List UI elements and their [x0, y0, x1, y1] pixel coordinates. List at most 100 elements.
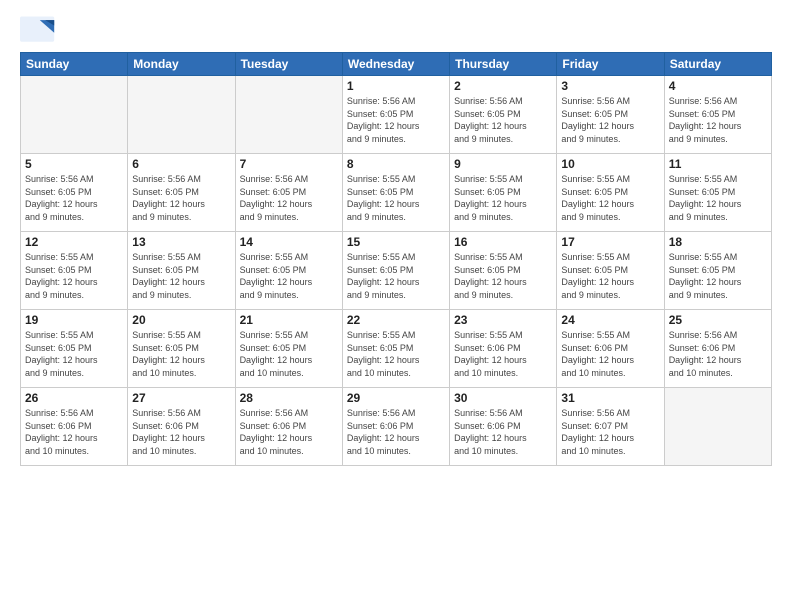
weekday-header-thursday: Thursday: [450, 53, 557, 76]
day-info: Sunrise: 5:55 AM Sunset: 6:05 PM Dayligh…: [669, 251, 767, 301]
day-info: Sunrise: 5:55 AM Sunset: 6:05 PM Dayligh…: [669, 173, 767, 223]
weekday-header-row: SundayMondayTuesdayWednesdayThursdayFrid…: [21, 53, 772, 76]
day-number: 12: [25, 235, 123, 249]
day-number: 14: [240, 235, 338, 249]
weekday-header-saturday: Saturday: [664, 53, 771, 76]
calendar-cell: 14 Sunrise: 5:55 AM Sunset: 6:05 PM Dayli…: [235, 232, 342, 310]
day-info: Sunrise: 5:56 AM Sunset: 6:05 PM Dayligh…: [347, 95, 445, 145]
calendar-cell: 23Sunrise: 5:55 AM Sunset: 6:06 PM Dayli…: [450, 310, 557, 388]
day-number: 7: [240, 157, 338, 171]
calendar-cell: 16 Sunrise: 5:55 AM Sunset: 6:05 PM Dayli…: [450, 232, 557, 310]
calendar-cell: 18 Sunrise: 5:55 AM Sunset: 6:05 PM Dayli…: [664, 232, 771, 310]
calendar-cell: 26 Sunrise: 5:56 AM Sunset: 6:06 PM Dayli…: [21, 388, 128, 466]
day-info: Sunrise: 5:56 AM Sunset: 6:07 PM Dayligh…: [561, 407, 659, 457]
day-number: 10: [561, 157, 659, 171]
calendar-cell: [21, 76, 128, 154]
day-info: Sunrise: 5:55 AM Sunset: 6:05 PM Dayligh…: [454, 173, 552, 223]
week-row-1: 5 Sunrise: 5:56 AM Sunset: 6:05 PM Daylig…: [21, 154, 772, 232]
week-row-0: 1 Sunrise: 5:56 AM Sunset: 6:05 PM Daylig…: [21, 76, 772, 154]
day-info: Sunrise: 5:56 AM Sunset: 6:06 PM Dayligh…: [454, 407, 552, 457]
weekday-header-sunday: Sunday: [21, 53, 128, 76]
day-info: Sunrise: 5:56 AM Sunset: 6:05 PM Dayligh…: [240, 173, 338, 223]
day-number: 29: [347, 391, 445, 405]
day-info: Sunrise: 5:55 AM Sunset: 6:05 PM Dayligh…: [132, 251, 230, 301]
calendar-cell: 2 Sunrise: 5:56 AM Sunset: 6:05 PM Daylig…: [450, 76, 557, 154]
weekday-header-wednesday: Wednesday: [342, 53, 449, 76]
weekday-header-tuesday: Tuesday: [235, 53, 342, 76]
day-info: Sunrise: 5:55 AM Sunset: 6:05 PM Dayligh…: [25, 329, 123, 379]
calendar-cell: 6 Sunrise: 5:56 AM Sunset: 6:05 PM Daylig…: [128, 154, 235, 232]
calendar-cell: 9 Sunrise: 5:55 AM Sunset: 6:05 PM Daylig…: [450, 154, 557, 232]
calendar-cell: 21 Sunrise: 5:55 AM Sunset: 6:05 PM Dayli…: [235, 310, 342, 388]
calendar-cell: 1 Sunrise: 5:56 AM Sunset: 6:05 PM Daylig…: [342, 76, 449, 154]
weekday-header-monday: Monday: [128, 53, 235, 76]
calendar-cell: 24 Sunrise: 5:55 AM Sunset: 6:06 PM Dayli…: [557, 310, 664, 388]
day-number: 28: [240, 391, 338, 405]
day-number: 25: [669, 313, 767, 327]
day-number: 19: [25, 313, 123, 327]
day-info: Sunrise: 5:55 AM Sunset: 6:05 PM Dayligh…: [561, 173, 659, 223]
calendar-cell: 27Sunrise: 5:56 AM Sunset: 6:06 PM Dayli…: [128, 388, 235, 466]
week-row-3: 19 Sunrise: 5:55 AM Sunset: 6:05 PM Dayli…: [21, 310, 772, 388]
calendar-cell: 30 Sunrise: 5:56 AM Sunset: 6:06 PM Dayli…: [450, 388, 557, 466]
calendar-cell: 13 Sunrise: 5:55 AM Sunset: 6:05 PM Dayli…: [128, 232, 235, 310]
day-number: 17: [561, 235, 659, 249]
day-number: 31: [561, 391, 659, 405]
calendar-cell: 17Sunrise: 5:55 AM Sunset: 6:05 PM Dayli…: [557, 232, 664, 310]
day-info: Sunrise: 5:55 AM Sunset: 6:05 PM Dayligh…: [347, 329, 445, 379]
day-info: Sunrise: 5:55 AM Sunset: 6:05 PM Dayligh…: [25, 251, 123, 301]
day-info: Sunrise: 5:56 AM Sunset: 6:06 PM Dayligh…: [25, 407, 123, 457]
calendar-cell: 10 Sunrise: 5:55 AM Sunset: 6:05 PM Dayli…: [557, 154, 664, 232]
day-info: Sunrise: 5:56 AM Sunset: 6:05 PM Dayligh…: [454, 95, 552, 145]
day-info: Sunrise: 5:55 AM Sunset: 6:05 PM Dayligh…: [240, 251, 338, 301]
day-number: 26: [25, 391, 123, 405]
day-info: Sunrise: 5:56 AM Sunset: 6:05 PM Dayligh…: [669, 95, 767, 145]
calendar-cell: 7 Sunrise: 5:56 AM Sunset: 6:05 PM Daylig…: [235, 154, 342, 232]
day-number: 1: [347, 79, 445, 93]
day-number: 13: [132, 235, 230, 249]
calendar-cell: 31 Sunrise: 5:56 AM Sunset: 6:07 PM Dayli…: [557, 388, 664, 466]
day-number: 4: [669, 79, 767, 93]
calendar-cell: 25 Sunrise: 5:56 AM Sunset: 6:06 PM Dayli…: [664, 310, 771, 388]
calendar-cell: [235, 76, 342, 154]
day-info: Sunrise: 5:56 AM Sunset: 6:06 PM Dayligh…: [240, 407, 338, 457]
day-number: 30: [454, 391, 552, 405]
calendar-cell: [664, 388, 771, 466]
day-number: 2: [454, 79, 552, 93]
day-number: 18: [669, 235, 767, 249]
logo: [20, 16, 62, 44]
day-number: 6: [132, 157, 230, 171]
day-number: 3: [561, 79, 659, 93]
day-number: 22: [347, 313, 445, 327]
calendar-cell: 29Sunrise: 5:56 AM Sunset: 6:06 PM Dayli…: [342, 388, 449, 466]
calendar-cell: 22 Sunrise: 5:55 AM Sunset: 6:05 PM Dayli…: [342, 310, 449, 388]
header: [20, 16, 772, 44]
day-number: 9: [454, 157, 552, 171]
logo-icon: [20, 16, 56, 44]
calendar-cell: 19 Sunrise: 5:55 AM Sunset: 6:05 PM Dayli…: [21, 310, 128, 388]
day-info: Sunrise: 5:56 AM Sunset: 6:06 PM Dayligh…: [669, 329, 767, 379]
day-info: Sunrise: 5:56 AM Sunset: 6:05 PM Dayligh…: [132, 173, 230, 223]
day-info: Sunrise: 5:55 AM Sunset: 6:05 PM Dayligh…: [132, 329, 230, 379]
day-info: Sunrise: 5:55 AM Sunset: 6:06 PM Dayligh…: [561, 329, 659, 379]
day-info: Sunrise: 5:55 AM Sunset: 6:05 PM Dayligh…: [454, 251, 552, 301]
calendar-cell: [128, 76, 235, 154]
day-number: 8: [347, 157, 445, 171]
day-number: 16: [454, 235, 552, 249]
day-number: 5: [25, 157, 123, 171]
day-info: Sunrise: 5:55 AM Sunset: 6:05 PM Dayligh…: [347, 251, 445, 301]
day-number: 21: [240, 313, 338, 327]
day-info: Sunrise: 5:55 AM Sunset: 6:05 PM Dayligh…: [347, 173, 445, 223]
calendar-cell: 3 Sunrise: 5:56 AM Sunset: 6:05 PM Daylig…: [557, 76, 664, 154]
day-info: Sunrise: 5:55 AM Sunset: 6:06 PM Dayligh…: [454, 329, 552, 379]
weekday-header-friday: Friday: [557, 53, 664, 76]
day-number: 24: [561, 313, 659, 327]
week-row-2: 12 Sunrise: 5:55 AM Sunset: 6:05 PM Dayli…: [21, 232, 772, 310]
day-number: 27: [132, 391, 230, 405]
day-number: 20: [132, 313, 230, 327]
calendar-cell: 12 Sunrise: 5:55 AM Sunset: 6:05 PM Dayli…: [21, 232, 128, 310]
day-info: Sunrise: 5:55 AM Sunset: 6:05 PM Dayligh…: [240, 329, 338, 379]
calendar-cell: 8 Sunrise: 5:55 AM Sunset: 6:05 PM Daylig…: [342, 154, 449, 232]
calendar-cell: 15Sunrise: 5:55 AM Sunset: 6:05 PM Dayli…: [342, 232, 449, 310]
day-info: Sunrise: 5:56 AM Sunset: 6:05 PM Dayligh…: [561, 95, 659, 145]
